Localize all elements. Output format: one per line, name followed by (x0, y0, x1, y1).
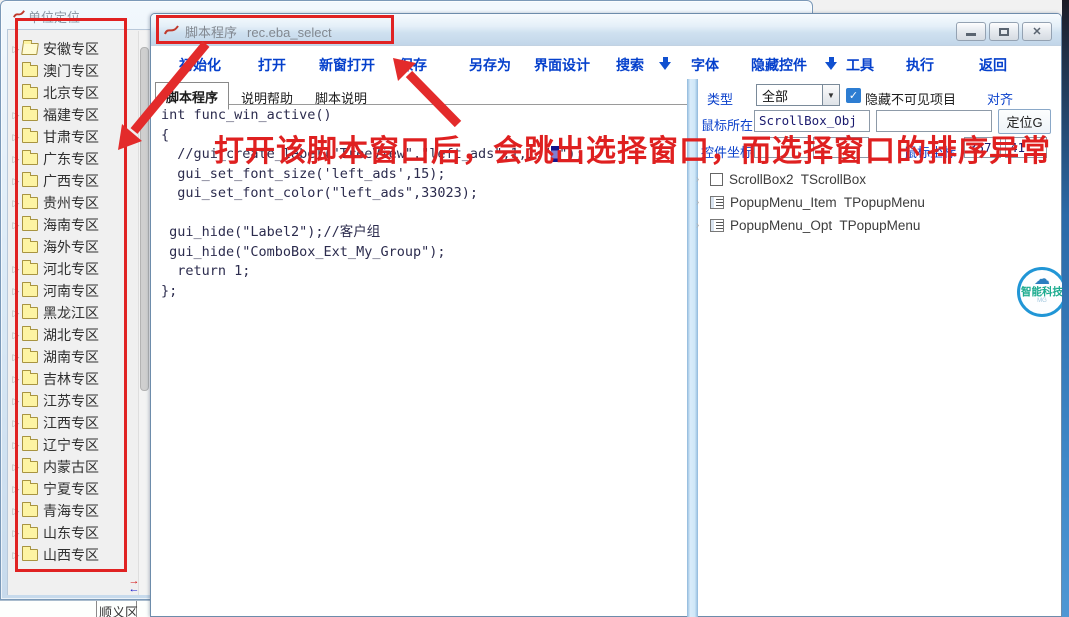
popup-menu-icon (710, 196, 724, 209)
chevron-down-icon[interactable]: ▼ (822, 85, 839, 105)
code-line: gui_hide("ComboBox_Ext_My_Group"); (161, 243, 681, 263)
toolbar-button-字体[interactable]: 字体 (691, 55, 719, 75)
code-line: }; (161, 282, 681, 302)
hide-invisible-label: 隐藏不可见项目 (865, 89, 956, 108)
code-line: return 1; (161, 262, 681, 282)
down-arrow-icon[interactable] (659, 57, 672, 71)
code-line: int func_win_active() (161, 106, 681, 126)
background-app-edge (1062, 0, 1069, 617)
toolbar-button-执行[interactable]: 执行 (906, 55, 934, 75)
control-tree-item[interactable]: › PopupMenu_Item TPopupMenu (696, 192, 925, 212)
screen: 单位定位 ▷安徽专区澳门专区北京专区▷福建专区▷甘肃专区▷广东专区▷广西专区▷贵… (0, 0, 1069, 617)
scrollbox-icon (710, 173, 723, 186)
control-tree-label: PopupMenu_Opt TPopupMenu (730, 218, 920, 233)
minimize-button[interactable] (956, 22, 986, 41)
cloud-icon: ☁ (1020, 273, 1064, 287)
type-combobox-value: 全部 (757, 86, 822, 105)
toolbar-button-搜索[interactable]: 搜索 (616, 55, 644, 75)
annotation-rect-tree (15, 18, 127, 572)
tree-scrollbar-thumb[interactable] (140, 47, 149, 391)
align-link[interactable]: 对齐 (987, 89, 1013, 108)
toolbar-button-隐藏控件[interactable]: 隐藏控件 (751, 55, 807, 75)
control-tree-label: ScrollBox2 TScrollBox (729, 172, 866, 187)
expand-chevron-icon[interactable]: › (696, 197, 710, 208)
window-controls: ✕ (956, 22, 1052, 41)
toolbar-button-新窗打开[interactable]: 新窗打开 (319, 55, 375, 75)
watermark-subtext: MG (1020, 298, 1064, 305)
expand-chevron-icon[interactable]: › (696, 220, 710, 231)
close-button[interactable]: ✕ (1022, 22, 1052, 41)
background-cell-text: 顺义区 (99, 602, 138, 617)
toolbar-button-保存[interactable]: 保存 (399, 55, 427, 75)
divider (96, 601, 97, 617)
control-tree-label: PopupMenu_Item TPopupMenu (730, 195, 925, 210)
toolbar-button-返回[interactable]: 返回 (979, 55, 1007, 75)
watermark-logo: ☁ 智能科技 MG (1017, 267, 1067, 317)
control-tree-item[interactable]: › PopupMenu_Opt TPopupMenu (696, 215, 920, 235)
editor-tabstrip: 脚本程序说明帮助脚本说明 (153, 81, 687, 105)
close-icon: ✕ (1032, 25, 1041, 38)
minimize-icon (966, 33, 976, 36)
toolbar-button-打开[interactable]: 打开 (258, 55, 286, 75)
code-line: gui_hide("Label2");//客户组 (161, 223, 681, 243)
annotation-rect-title (156, 15, 394, 44)
popup-menu-icon (710, 219, 724, 232)
maximize-button[interactable] (989, 22, 1019, 41)
hide-invisible-checkbox[interactable]: ✓ (846, 88, 861, 103)
type-label: 类型 (707, 89, 733, 108)
annotation-text: 打开该脚本窗口后，会跳出选择窗口，而选择窗口的排序异常 (214, 126, 1051, 170)
script-editor-window: 脚本程序rec.eba_select ✕ 初始化打开新窗打开保存另存为界面设计搜… (150, 13, 1062, 617)
toolbar-button-界面设计[interactable]: 界面设计 (534, 55, 590, 75)
watermark-text: 智能科技 (1020, 287, 1064, 298)
expand-chevron-icon[interactable]: › (696, 174, 710, 185)
toolbar-button-工具[interactable]: 工具 (846, 55, 874, 75)
sync-arrows-icon[interactable]: →← (125, 577, 143, 593)
down-arrow-icon[interactable] (825, 57, 838, 71)
maximize-icon (999, 28, 1009, 36)
control-tree-item[interactable]: › ScrollBox2 TScrollBox (696, 169, 866, 189)
code-line (161, 204, 681, 224)
type-combobox[interactable]: 全部 ▼ (756, 84, 840, 106)
toolbar-button-另存为[interactable]: 另存为 (469, 55, 511, 75)
code-line: gui_set_font_color("left_ads",33023); (161, 184, 681, 204)
toolbar-button-初始化[interactable]: 初始化 (179, 55, 221, 75)
